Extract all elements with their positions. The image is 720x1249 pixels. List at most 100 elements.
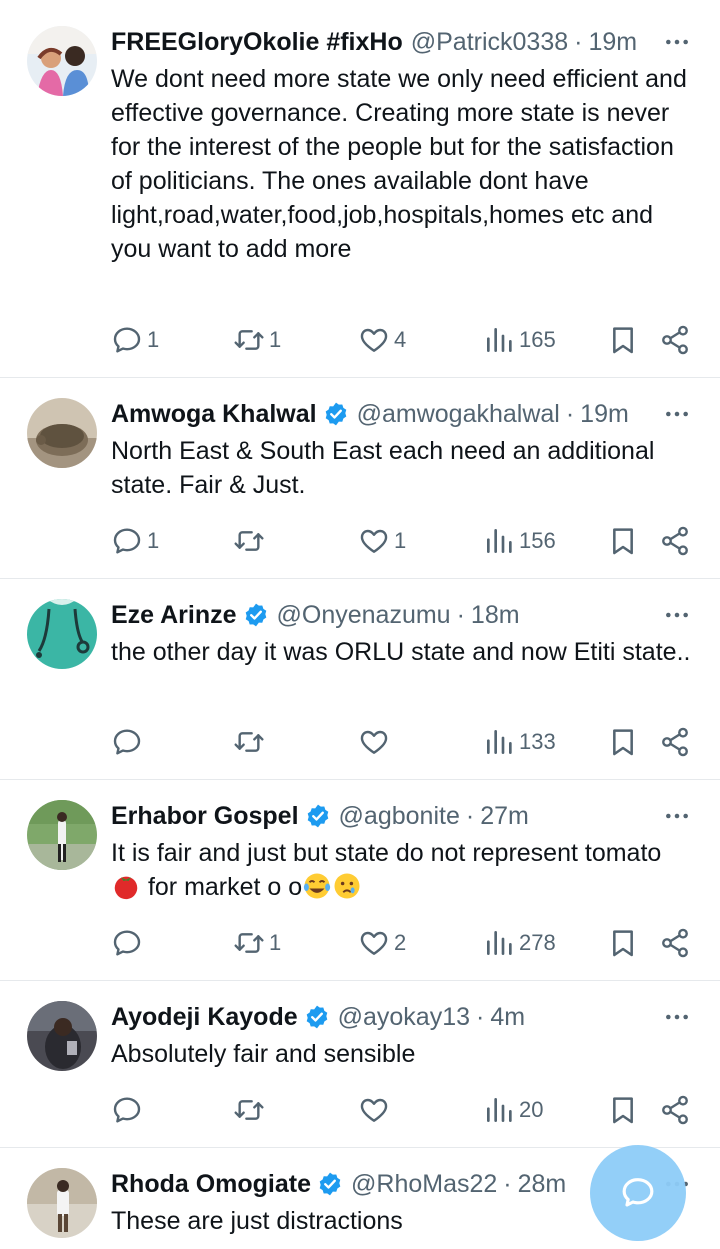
timestamp[interactable]: 28m — [518, 1170, 567, 1199]
retweet-button[interactable] — [233, 1090, 269, 1130]
avatar[interactable] — [27, 26, 97, 96]
view-count: 156 — [519, 528, 556, 553]
timestamp[interactable]: 19m — [588, 28, 637, 57]
retweet-arrows-icon — [233, 726, 265, 758]
separator: · — [574, 27, 583, 56]
more-options-icon[interactable] — [662, 600, 692, 630]
new-message-icon — [622, 1178, 654, 1207]
share-button[interactable] — [659, 1090, 691, 1130]
reply-button[interactable] — [111, 722, 147, 762]
display-name[interactable]: Ayodeji Kayode — [111, 1003, 298, 1032]
tweet-text-line: It is fair and just but state do not rep… — [111, 839, 662, 867]
user-handle[interactable]: @Patrick0338 — [411, 28, 568, 57]
bookmark-icon — [607, 726, 639, 758]
view-count: 20 — [519, 1097, 544, 1122]
share-icon — [659, 324, 691, 356]
tweet-header: FREEGloryOkolie #fixHo @Patrick0338 · 19… — [111, 24, 650, 60]
tweet-header: Amwoga Khalwal @amwogakhalwal · 19m — [111, 396, 650, 432]
user-handle[interactable]: @amwogakhalwal — [357, 400, 560, 429]
tweet[interactable]: Eze Arinze @Onyenazumu · 18m the other d… — [0, 579, 720, 780]
timestamp[interactable]: 27m — [480, 802, 529, 831]
like-button[interactable]: 2 — [358, 923, 406, 963]
speech-bubble-icon — [111, 1094, 143, 1126]
retweet-button[interactable] — [233, 521, 269, 561]
user-handle[interactable]: @agbonite — [339, 802, 460, 831]
display-name[interactable]: Amwoga Khalwal — [111, 400, 317, 429]
like-count: 1 — [394, 528, 407, 553]
view-count: 133 — [519, 729, 556, 754]
timestamp[interactable]: 4m — [490, 1003, 525, 1032]
like-button[interactable] — [358, 1090, 394, 1130]
like-button[interactable]: 1 — [358, 521, 406, 561]
bookmark-button[interactable] — [607, 1090, 639, 1130]
tweet-text: Absolutely fair and sensible — [111, 1040, 416, 1068]
bookmark-button[interactable] — [607, 521, 639, 561]
more-options-icon[interactable] — [662, 27, 692, 57]
avatar[interactable] — [27, 800, 97, 870]
avatar[interactable] — [27, 599, 97, 669]
compose-message-button[interactable] — [590, 1145, 686, 1241]
speech-bubble-icon — [111, 525, 143, 557]
bar-chart-icon — [483, 525, 515, 557]
user-handle[interactable]: @Onyenazumu — [277, 601, 451, 630]
reply-button[interactable]: 1 — [111, 320, 159, 360]
retweet-button[interactable]: 1 — [233, 320, 281, 360]
share-button[interactable] — [659, 320, 691, 360]
bookmark-button[interactable] — [607, 923, 639, 963]
display-name[interactable]: Eze Arinze — [111, 601, 237, 630]
avatar[interactable] — [27, 1168, 97, 1238]
like-count: 2 — [394, 930, 407, 955]
display-name[interactable]: Rhoda Omogiate — [111, 1170, 311, 1199]
bookmark-button[interactable] — [607, 320, 639, 360]
speech-bubble-icon — [111, 726, 143, 758]
share-button[interactable] — [659, 521, 691, 561]
more-options-icon[interactable] — [662, 399, 692, 429]
retweet-button[interactable]: 1 — [233, 923, 281, 963]
crying-face-emoji-icon — [334, 873, 360, 899]
reply-button[interactable] — [111, 923, 147, 963]
tweet-header: Erhabor Gospel @agbonite · 27m — [111, 798, 650, 834]
user-handle[interactable]: @RhoMas22 — [351, 1170, 497, 1199]
display-name[interactable]: Erhabor Gospel — [111, 802, 299, 831]
speech-bubble-icon — [111, 927, 143, 959]
view-count: 165 — [519, 327, 556, 352]
tweet[interactable]: Amwoga Khalwal @amwogakhalwal · 19m Nort… — [0, 378, 720, 579]
views-button[interactable]: 20 — [483, 1090, 543, 1130]
tweet-actions: 1 1 4 165 — [111, 320, 691, 360]
bookmark-button[interactable] — [607, 722, 639, 762]
views-button[interactable]: 156 — [483, 521, 556, 561]
views-button[interactable]: 165 — [483, 320, 556, 360]
user-handle[interactable]: @ayokay13 — [338, 1003, 470, 1032]
like-count: 4 — [394, 327, 407, 352]
more-options-icon[interactable] — [662, 1002, 692, 1032]
tweet-actions: 20 — [111, 1090, 691, 1130]
display-name[interactable]: FREEGloryOkolie #fixHo — [111, 28, 403, 57]
timestamp[interactable]: 19m — [580, 400, 629, 429]
verified-badge-icon — [304, 1004, 330, 1030]
retweet-count: 1 — [269, 327, 282, 352]
more-options-icon[interactable] — [662, 801, 692, 831]
tomato-emoji-icon — [114, 876, 138, 900]
tweet[interactable]: Erhabor Gospel @agbonite · 27m It is fai… — [0, 780, 720, 981]
tweet-actions: 1 1 156 — [111, 521, 691, 561]
like-button[interactable]: 4 — [358, 320, 406, 360]
reply-button[interactable] — [111, 1090, 147, 1130]
tweet-actions: 1 2 278 — [111, 923, 691, 963]
tweet[interactable]: FREEGloryOkolie #fixHo @Patrick0338 · 19… — [0, 0, 720, 378]
timestamp[interactable]: 18m — [471, 601, 520, 630]
reply-button[interactable]: 1 — [111, 521, 159, 561]
verified-badge-icon — [243, 602, 269, 628]
share-button[interactable] — [659, 923, 691, 963]
views-button[interactable]: 278 — [483, 923, 556, 963]
heart-icon — [358, 927, 390, 959]
bookmark-icon — [607, 927, 639, 959]
retweet-button[interactable] — [233, 722, 269, 762]
avatar[interactable] — [27, 1001, 97, 1071]
tweet[interactable]: Ayodeji Kayode @ayokay13 · 4m Absolutely… — [0, 981, 720, 1148]
share-button[interactable] — [659, 722, 691, 762]
avatar[interactable] — [27, 398, 97, 468]
tweet-header: Eze Arinze @Onyenazumu · 18m — [111, 597, 650, 633]
view-count: 278 — [519, 930, 556, 955]
like-button[interactable] — [358, 722, 394, 762]
views-button[interactable]: 133 — [483, 722, 556, 762]
